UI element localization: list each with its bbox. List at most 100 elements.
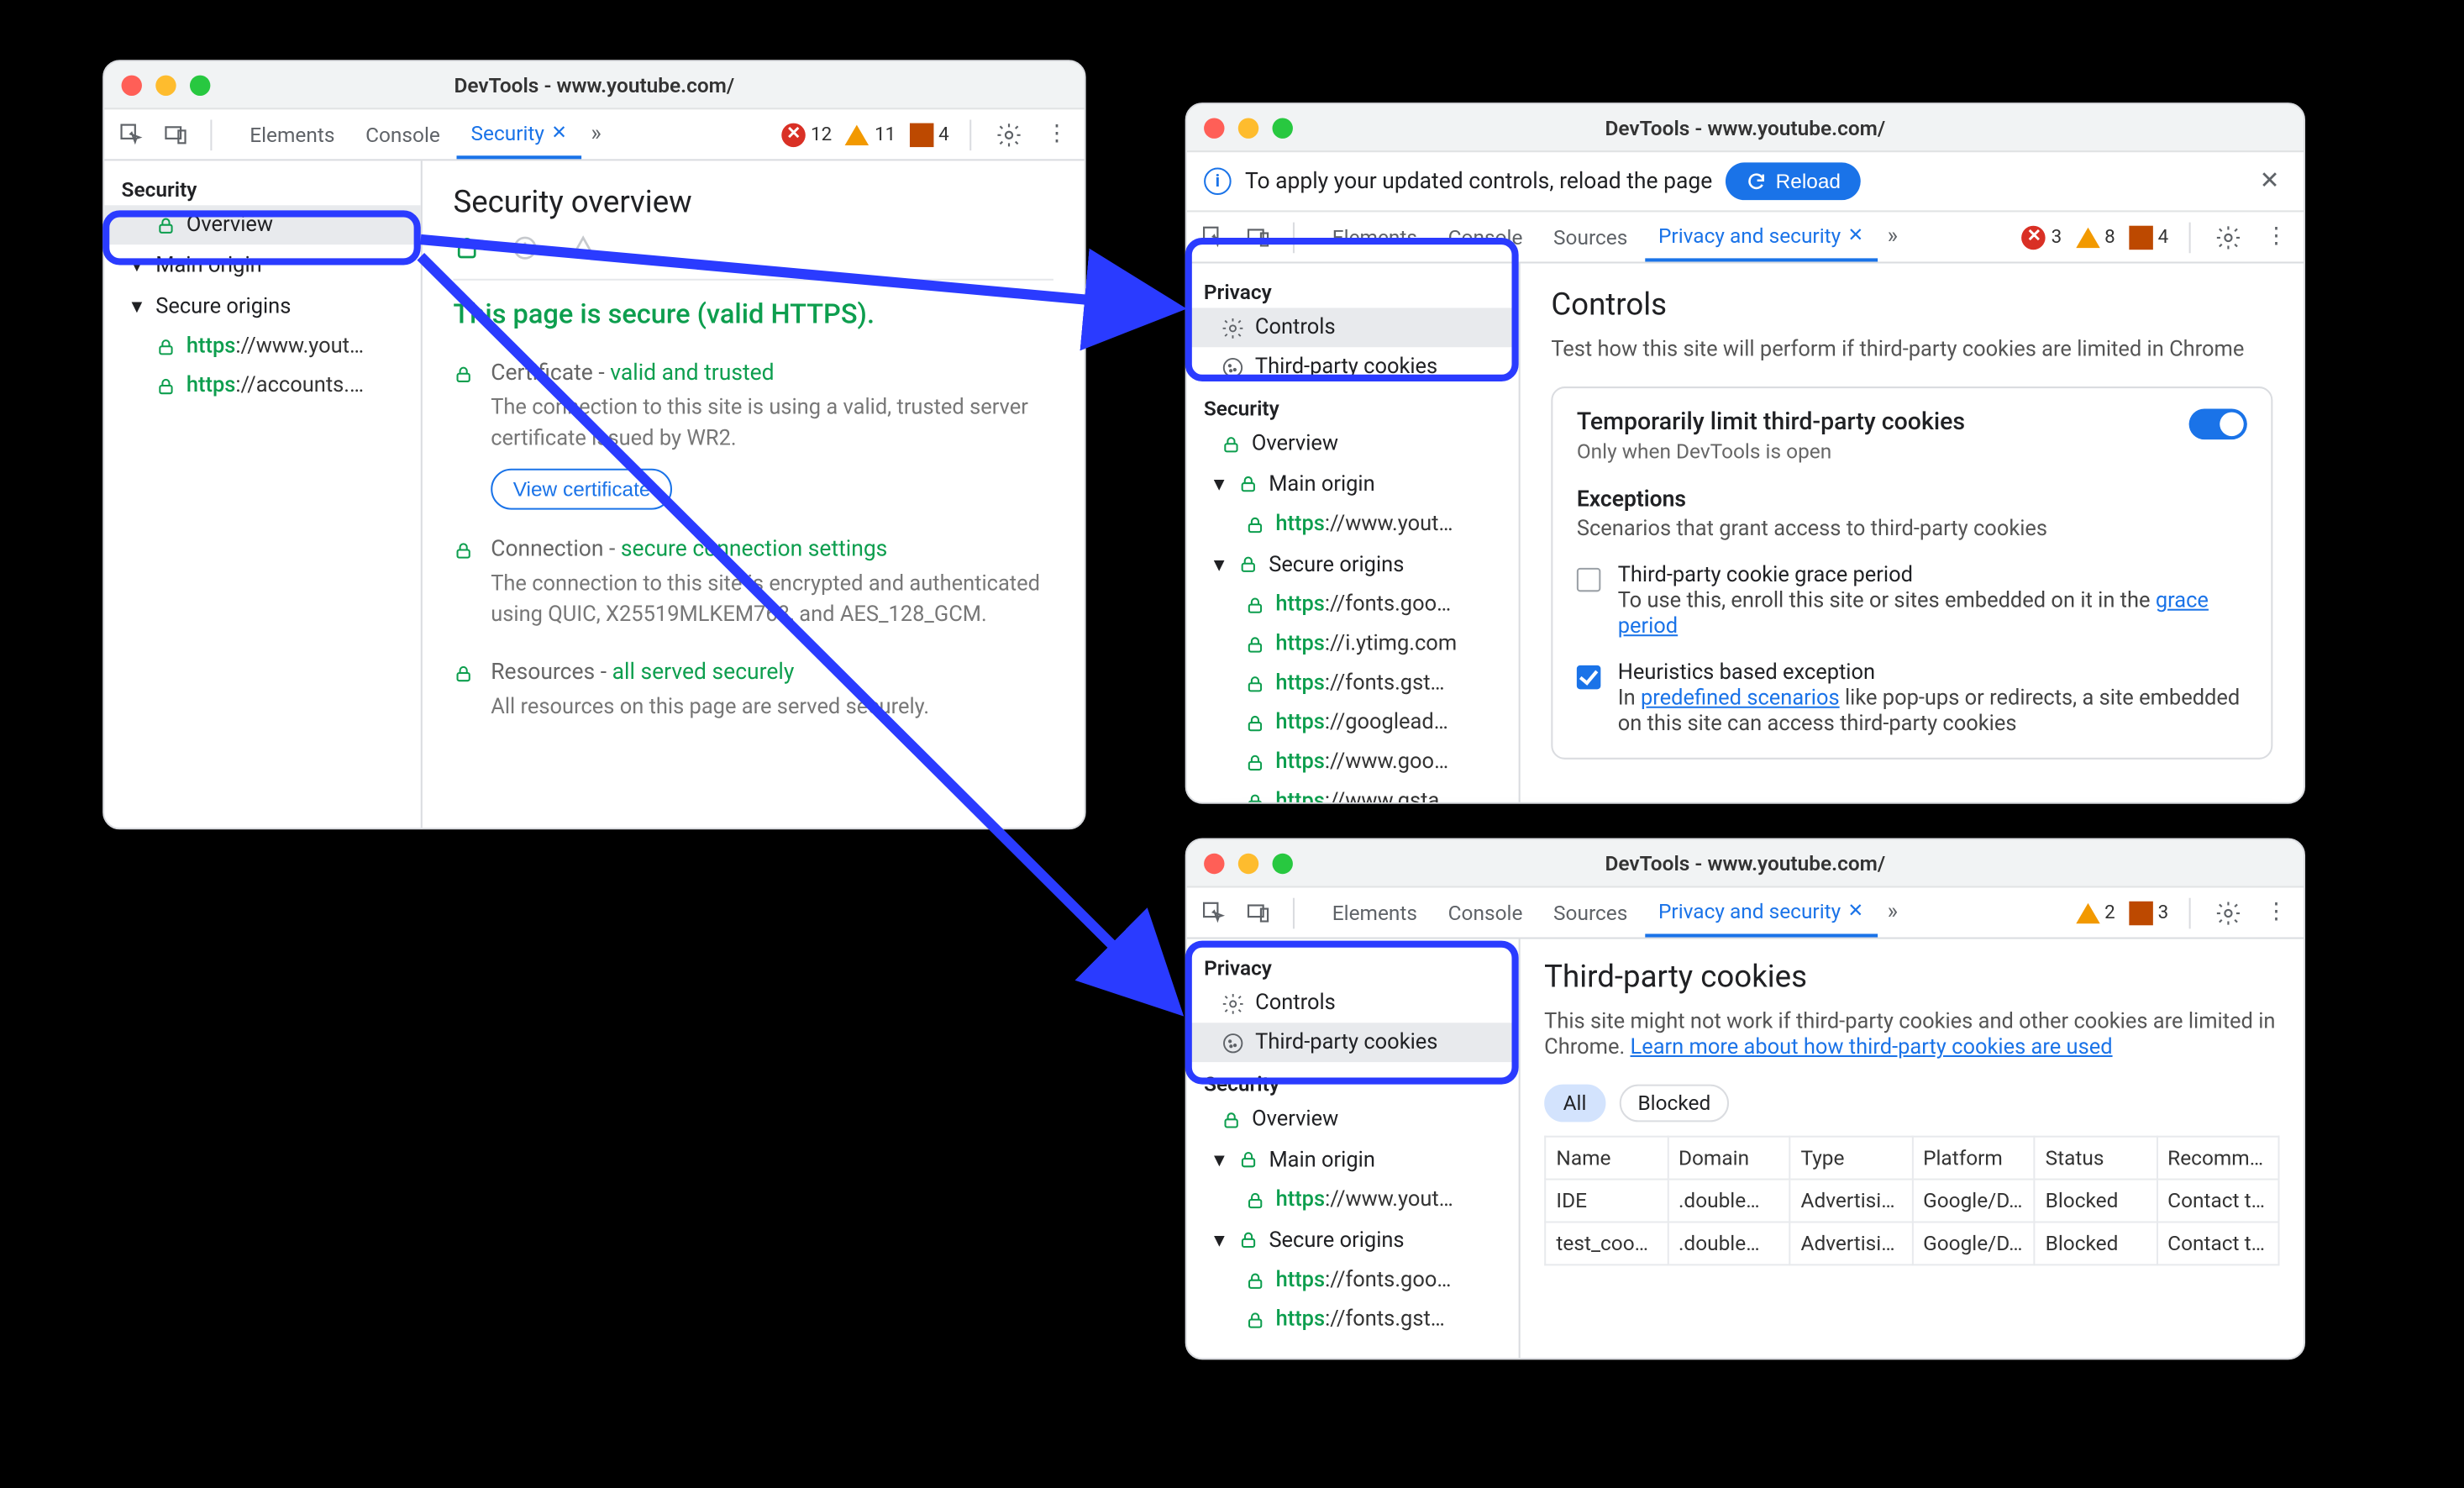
- close-tab-icon[interactable]: ✕: [551, 122, 567, 144]
- zoom-window-button[interactable]: [190, 75, 210, 95]
- filter-all-pill[interactable]: All: [1544, 1085, 1605, 1123]
- resources-row: Resources - all served securely All reso…: [453, 660, 1053, 723]
- filter-blocked-pill[interactable]: Blocked: [1619, 1085, 1730, 1123]
- close-tab-icon[interactable]: ✕: [1847, 224, 1863, 246]
- window-title: DevTools - www.youtube.com/: [1187, 115, 2304, 139]
- checkbox-grace-period[interactable]: [1577, 568, 1600, 592]
- close-window-button[interactable]: [122, 75, 142, 95]
- sidebar-origin[interactable]: https://accounts.…: [104, 366, 421, 406]
- cookies-content: Third-party cookies This site might not …: [1521, 939, 2304, 1359]
- info-icon: i: [1204, 167, 1232, 195]
- sidebar-item-secure-origins[interactable]: ▾ Secure origins: [1187, 1219, 1519, 1260]
- issues-count[interactable]: 4: [2129, 225, 2168, 249]
- view-certificate-button[interactable]: View certificate: [491, 469, 673, 510]
- tab-elements[interactable]: Elements: [1318, 891, 1431, 935]
- close-tab-icon[interactable]: ✕: [1847, 900, 1863, 922]
- tab-console[interactable]: Console: [1434, 891, 1536, 935]
- security-overview-content: Security overview This page is secure (v…: [423, 160, 1085, 828]
- tab-privacy-and-security[interactable]: Privacy and security ✕: [1645, 213, 1878, 260]
- annotation-highlight: [1185, 238, 1519, 381]
- limit-title: Temporarily limit third-party cookies: [1577, 409, 1965, 437]
- warning-count[interactable]: 2: [2075, 902, 2115, 923]
- tab-sources[interactable]: Sources: [1540, 891, 1642, 935]
- sidebar-origin[interactable]: https://googlead…: [1187, 703, 1519, 743]
- device-toolbar-icon[interactable]: [1242, 896, 1276, 930]
- sidebar-origin[interactable]: https://fonts.goo…: [1187, 585, 1519, 624]
- infobar-text: To apply your updated controls, reload t…: [1245, 169, 1712, 195]
- sidebar-origin[interactable]: https://i.ytimg.com: [1187, 624, 1519, 664]
- more-tabs-icon[interactable]: »: [1880, 218, 1904, 257]
- minimize-window-button[interactable]: [1238, 853, 1258, 873]
- table-row[interactable]: IDE.double…Advertisi…Google/D…BlockedCon…: [1545, 1180, 2278, 1222]
- inspect-icon[interactable]: [1197, 896, 1232, 930]
- zoom-window-button[interactable]: [1273, 117, 1293, 137]
- exception-grace-period: Third-party cookie grace period To use t…: [1577, 563, 2247, 640]
- close-infobar-icon[interactable]: ✕: [2252, 164, 2286, 198]
- minimize-window-button[interactable]: [1238, 117, 1258, 137]
- sidebar-origin[interactable]: https://fonts.goo…: [1187, 1260, 1519, 1300]
- col-status[interactable]: Status: [2034, 1137, 2157, 1180]
- sidebar-group-security: Security: [104, 167, 421, 205]
- tab-privacy-and-security[interactable]: Privacy and security ✕: [1645, 889, 1878, 937]
- table-row[interactable]: test_cookie.double…Advertisi…Google/D…Bl…: [1545, 1222, 2278, 1265]
- tab-console[interactable]: Console: [352, 112, 454, 156]
- minimize-window-button[interactable]: [155, 75, 176, 95]
- inspect-icon[interactable]: [114, 117, 149, 151]
- close-window-button[interactable]: [1204, 117, 1224, 137]
- sidebar-origin[interactable]: https://www.yout…: [1187, 1180, 1519, 1220]
- page-subtitle: This site might not work if third-party …: [1544, 1009, 2279, 1060]
- kebab-icon[interactable]: ⋮: [2259, 220, 2293, 255]
- device-toolbar-icon[interactable]: [159, 117, 193, 151]
- lock-icon: [1245, 1270, 1265, 1290]
- sidebar-origin[interactable]: https://www.yout…: [1187, 505, 1519, 544]
- sidebar-item-main-origin[interactable]: ▾ Main origin: [1187, 1139, 1519, 1180]
- sidebar-item-main-origin[interactable]: ▾ Main origin: [1187, 464, 1519, 505]
- sidebar-item-overview[interactable]: Overview: [1187, 424, 1519, 464]
- warning-count[interactable]: 8: [2075, 226, 2115, 248]
- titlebar[interactable]: DevTools - www.youtube.com/: [1187, 104, 2304, 152]
- kebab-icon[interactable]: ⋮: [2259, 896, 2293, 930]
- lock-icon: [155, 336, 176, 356]
- checkbox-heuristics[interactable]: [1577, 665, 1600, 689]
- col-type[interactable]: Type: [1789, 1137, 1912, 1180]
- col-recomm[interactable]: Recomm…: [2157, 1137, 2279, 1180]
- col-name[interactable]: Name: [1545, 1137, 1668, 1180]
- annotation-highlight: [102, 210, 421, 265]
- tab-elements[interactable]: Elements: [236, 112, 349, 156]
- sidebar-origin[interactable]: https://fonts.gst…: [1187, 1300, 1519, 1339]
- error-count[interactable]: ✕3: [2022, 225, 2062, 249]
- window-title: DevTools - www.youtube.com/: [1187, 851, 2304, 875]
- sidebar-origin[interactable]: https://www.gsta…: [1187, 781, 1519, 803]
- sidebar-item-secure-origins[interactable]: ▾ Secure origins: [104, 286, 421, 327]
- warning-count[interactable]: 11: [845, 124, 896, 145]
- tab-sources[interactable]: Sources: [1540, 214, 1642, 259]
- titlebar[interactable]: DevTools - www.youtube.com/: [104, 61, 1084, 109]
- more-tabs-icon[interactable]: »: [584, 114, 608, 154]
- cookies-table[interactable]: Name Domain Type Platform Status Recomm……: [1544, 1136, 2279, 1266]
- sidebar-origin[interactable]: https://www.yout…: [104, 327, 421, 366]
- gear-icon[interactable]: [992, 117, 1027, 151]
- sidebar-origin[interactable]: https://fonts.gst…: [1187, 664, 1519, 703]
- col-domain[interactable]: Domain: [1668, 1137, 1790, 1180]
- tab-security[interactable]: Security ✕: [457, 110, 581, 158]
- more-tabs-icon[interactable]: »: [1880, 893, 1904, 933]
- gear-icon[interactable]: [2211, 220, 2246, 255]
- close-window-button[interactable]: [1204, 853, 1224, 873]
- titlebar[interactable]: DevTools - www.youtube.com/: [1187, 839, 2304, 887]
- sidebar-item-overview[interactable]: Overview: [1187, 1100, 1519, 1139]
- issues-count[interactable]: 3: [2129, 901, 2168, 924]
- sidebar-origin[interactable]: https://www.goo…: [1187, 742, 1519, 781]
- zoom-window-button[interactable]: [1273, 853, 1293, 873]
- learn-more-link[interactable]: Learn more about how third-party cookies…: [1630, 1035, 2112, 1061]
- gear-icon[interactable]: [2211, 896, 2246, 930]
- predefined-scenarios-link[interactable]: predefined scenarios: [1641, 686, 1840, 712]
- col-platform[interactable]: Platform: [1912, 1137, 2035, 1180]
- sidebar-item-secure-origins[interactable]: ▾ Secure origins: [1187, 544, 1519, 585]
- annotation-highlight: [1185, 941, 1519, 1085]
- limit-toggle[interactable]: [2189, 409, 2247, 440]
- kebab-icon[interactable]: ⋮: [1040, 117, 1074, 151]
- issues-count[interactable]: 4: [910, 123, 949, 146]
- exception-heuristics: Heuristics based exception In predefined…: [1577, 660, 2247, 738]
- error-count[interactable]: ✕12: [781, 123, 832, 146]
- reload-button[interactable]: Reload: [1726, 162, 1862, 200]
